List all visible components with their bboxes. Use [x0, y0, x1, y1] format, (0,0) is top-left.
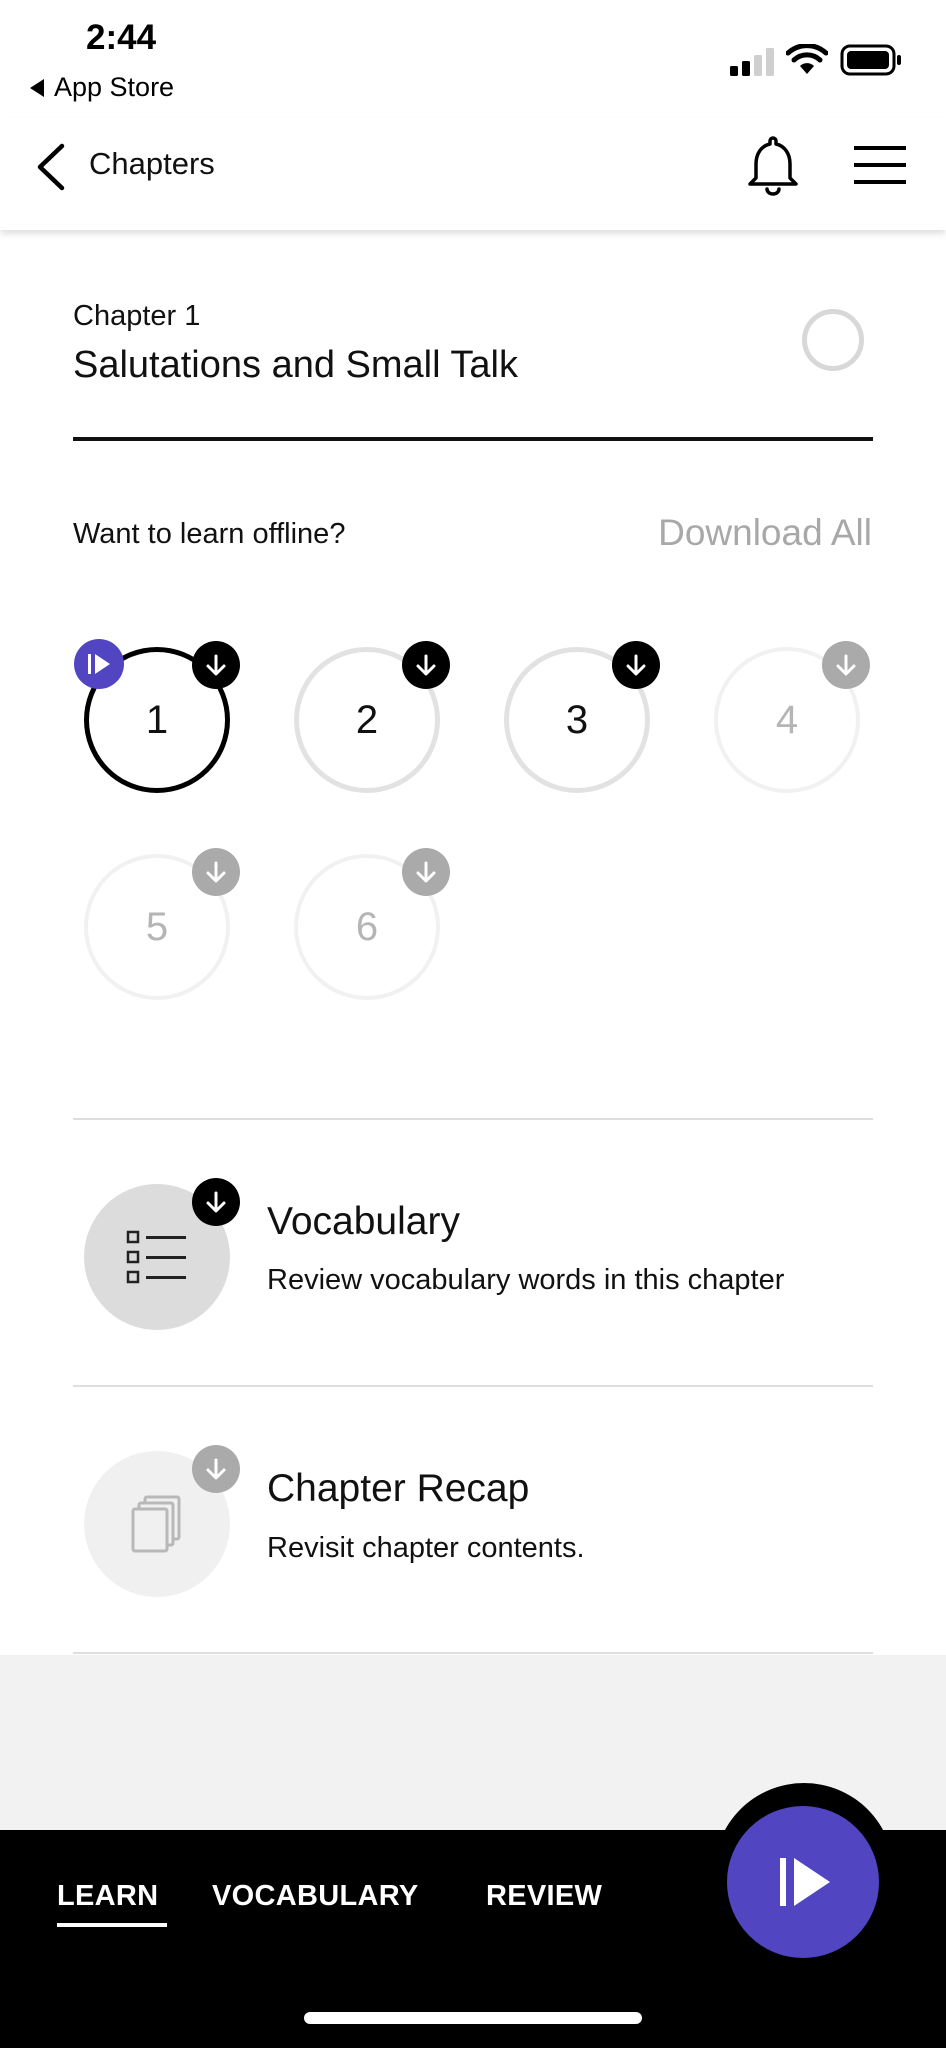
wifi-icon	[786, 44, 828, 74]
tab-vocabulary[interactable]: VOCABULARY	[212, 1880, 419, 1913]
home-indicator	[304, 2012, 642, 2024]
offline-question: Want to learn offline?	[73, 518, 346, 550]
chapter-title: Salutations and Small Talk	[73, 344, 518, 386]
chapter-divider	[73, 437, 873, 441]
play-icon	[780, 1858, 830, 1906]
play-button[interactable]	[727, 1806, 879, 1958]
chapter-number: Chapter 1	[73, 300, 201, 332]
download-lesson-2-icon[interactable]	[402, 641, 450, 689]
recap-title[interactable]: Chapter Recap	[267, 1467, 529, 1511]
list-icon	[126, 1230, 186, 1284]
download-vocabulary-icon[interactable]	[192, 1178, 240, 1226]
back-to-app-store[interactable]: App Store	[30, 72, 174, 103]
chevron-left-icon[interactable]	[32, 142, 68, 192]
back-app-label: App Store	[54, 72, 175, 102]
download-lesson-4-icon[interactable]	[822, 641, 870, 689]
active-tab-indicator	[57, 1923, 167, 1927]
download-lesson-6-icon[interactable]	[402, 848, 450, 896]
section-divider	[73, 1118, 873, 1120]
status-time: 2:44	[86, 18, 157, 57]
download-recap-icon[interactable]	[192, 1445, 240, 1493]
menu-icon[interactable]	[854, 146, 906, 184]
section-divider	[73, 1385, 873, 1387]
download-lesson-3-icon[interactable]	[612, 641, 660, 689]
bell-icon[interactable]	[746, 134, 800, 196]
section-divider	[73, 1652, 873, 1654]
signal-icon	[730, 48, 774, 76]
download-all-button[interactable]: Download All	[658, 512, 872, 554]
back-to-chapters[interactable]: Chapters	[89, 146, 215, 182]
recap-description: Revisit chapter contents.	[267, 1532, 585, 1564]
vocabulary-description: Review vocabulary words in this chapter	[267, 1264, 785, 1296]
download-lesson-5-icon[interactable]	[192, 848, 240, 896]
battery-icon	[840, 44, 901, 76]
tab-learn[interactable]: LEARN	[57, 1880, 158, 1913]
play-badge-icon	[74, 639, 124, 689]
vocabulary-title[interactable]: Vocabulary	[267, 1200, 460, 1244]
download-lesson-1-icon[interactable]	[192, 641, 240, 689]
tab-review[interactable]: REVIEW	[486, 1880, 602, 1913]
chapter-complete-checkbox[interactable]	[802, 309, 864, 371]
back-triangle-icon	[30, 78, 44, 97]
copy-pages-icon	[131, 1495, 181, 1553]
